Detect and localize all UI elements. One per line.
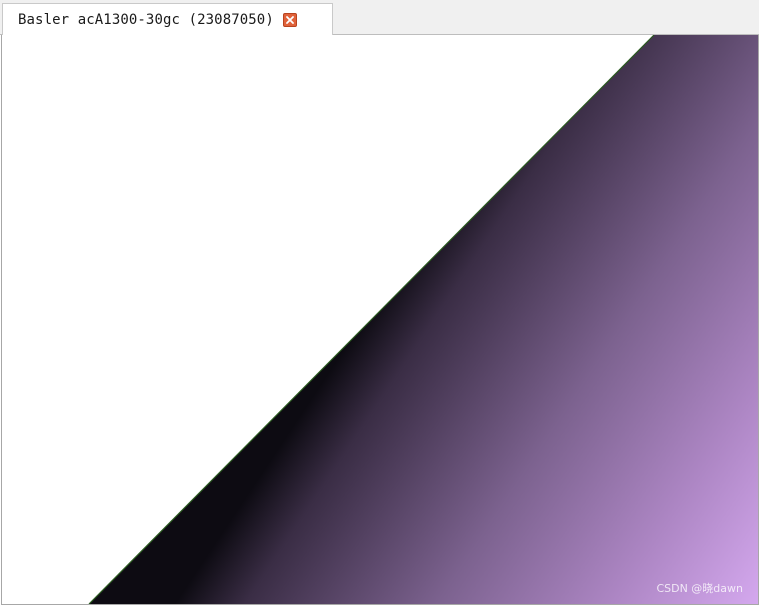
tab-title: Basler acA1300-30gc (23087050) [18, 12, 274, 28]
camera-image [2, 35, 758, 604]
camera-viewer-window: Basler acA1300-30gc (23087050) CSDN @晓da… [0, 0, 759, 607]
tab-bar: Basler acA1300-30gc (23087050) [0, 0, 759, 36]
image-viewport[interactable]: CSDN @晓dawn [1, 35, 759, 605]
close-icon[interactable] [282, 13, 297, 27]
tab-camera[interactable]: Basler acA1300-30gc (23087050) [2, 3, 333, 36]
watermark-text: CSDN @晓dawn [656, 582, 743, 595]
